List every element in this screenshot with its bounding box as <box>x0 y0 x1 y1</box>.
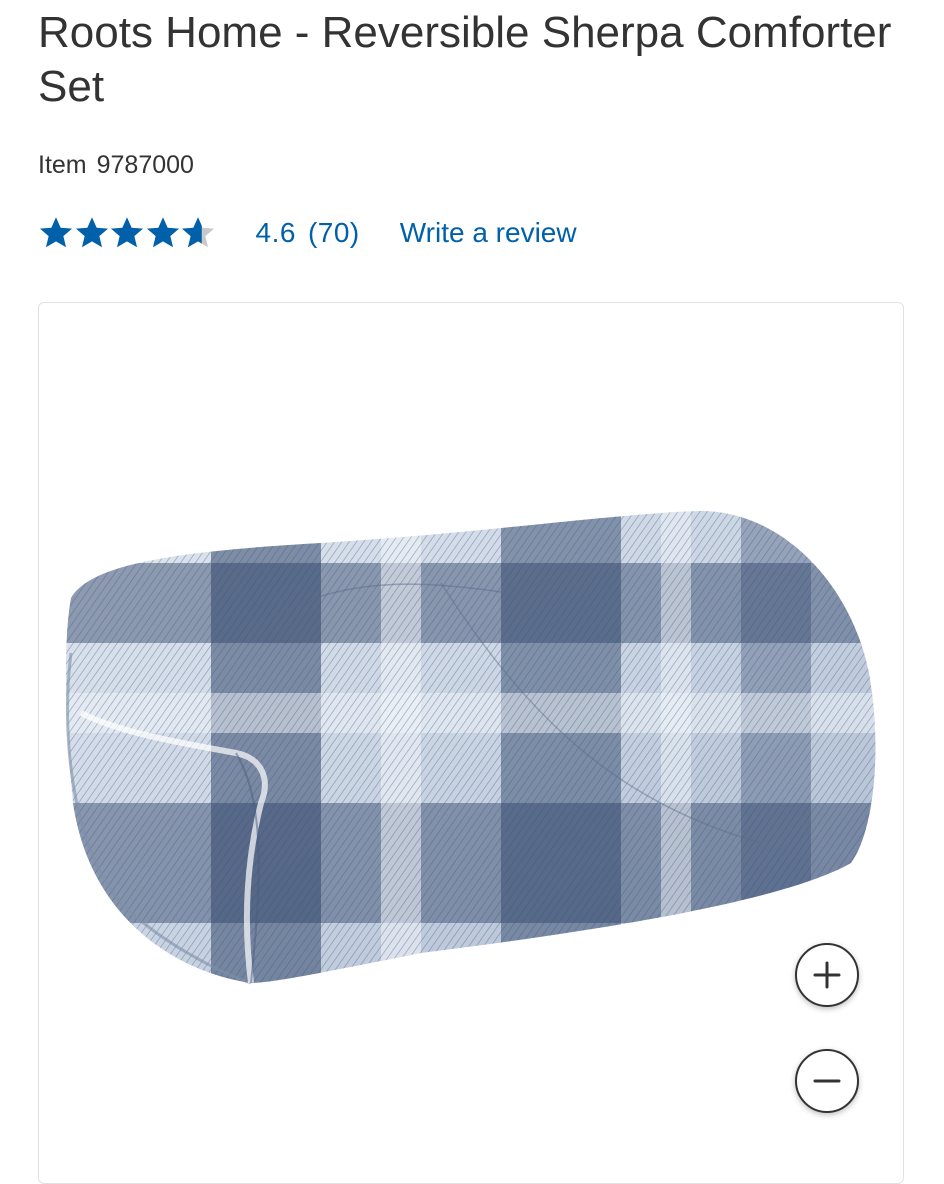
star-icon <box>39 217 73 248</box>
minus-icon <box>813 1079 841 1083</box>
write-review-link[interactable]: Write a review <box>400 217 577 249</box>
product-image-viewer <box>38 302 904 1184</box>
product-title: Roots Home - Reversible Sherpa Comforter… <box>38 8 892 111</box>
rating-average: 4.6 <box>255 217 296 248</box>
star-rating[interactable] <box>38 215 216 251</box>
zoom-in-button[interactable] <box>795 943 859 1007</box>
item-number-value: 9787000 <box>96 151 194 179</box>
star-icon <box>110 217 144 248</box>
star-icon <box>146 217 179 248</box>
product-image[interactable] <box>61 503 901 993</box>
rating-summary[interactable]: 4.6 (70) <box>256 217 360 249</box>
item-number: Item 9787000 <box>38 150 194 180</box>
zoom-out-button[interactable] <box>795 1049 859 1113</box>
rating-row: 4.6 (70) Write a review <box>38 208 577 258</box>
plus-icon <box>813 961 841 989</box>
rating-count: (70) <box>307 217 360 248</box>
star-half-icon <box>181 217 215 248</box>
star-icon <box>75 217 108 248</box>
item-label: Item <box>38 151 87 179</box>
